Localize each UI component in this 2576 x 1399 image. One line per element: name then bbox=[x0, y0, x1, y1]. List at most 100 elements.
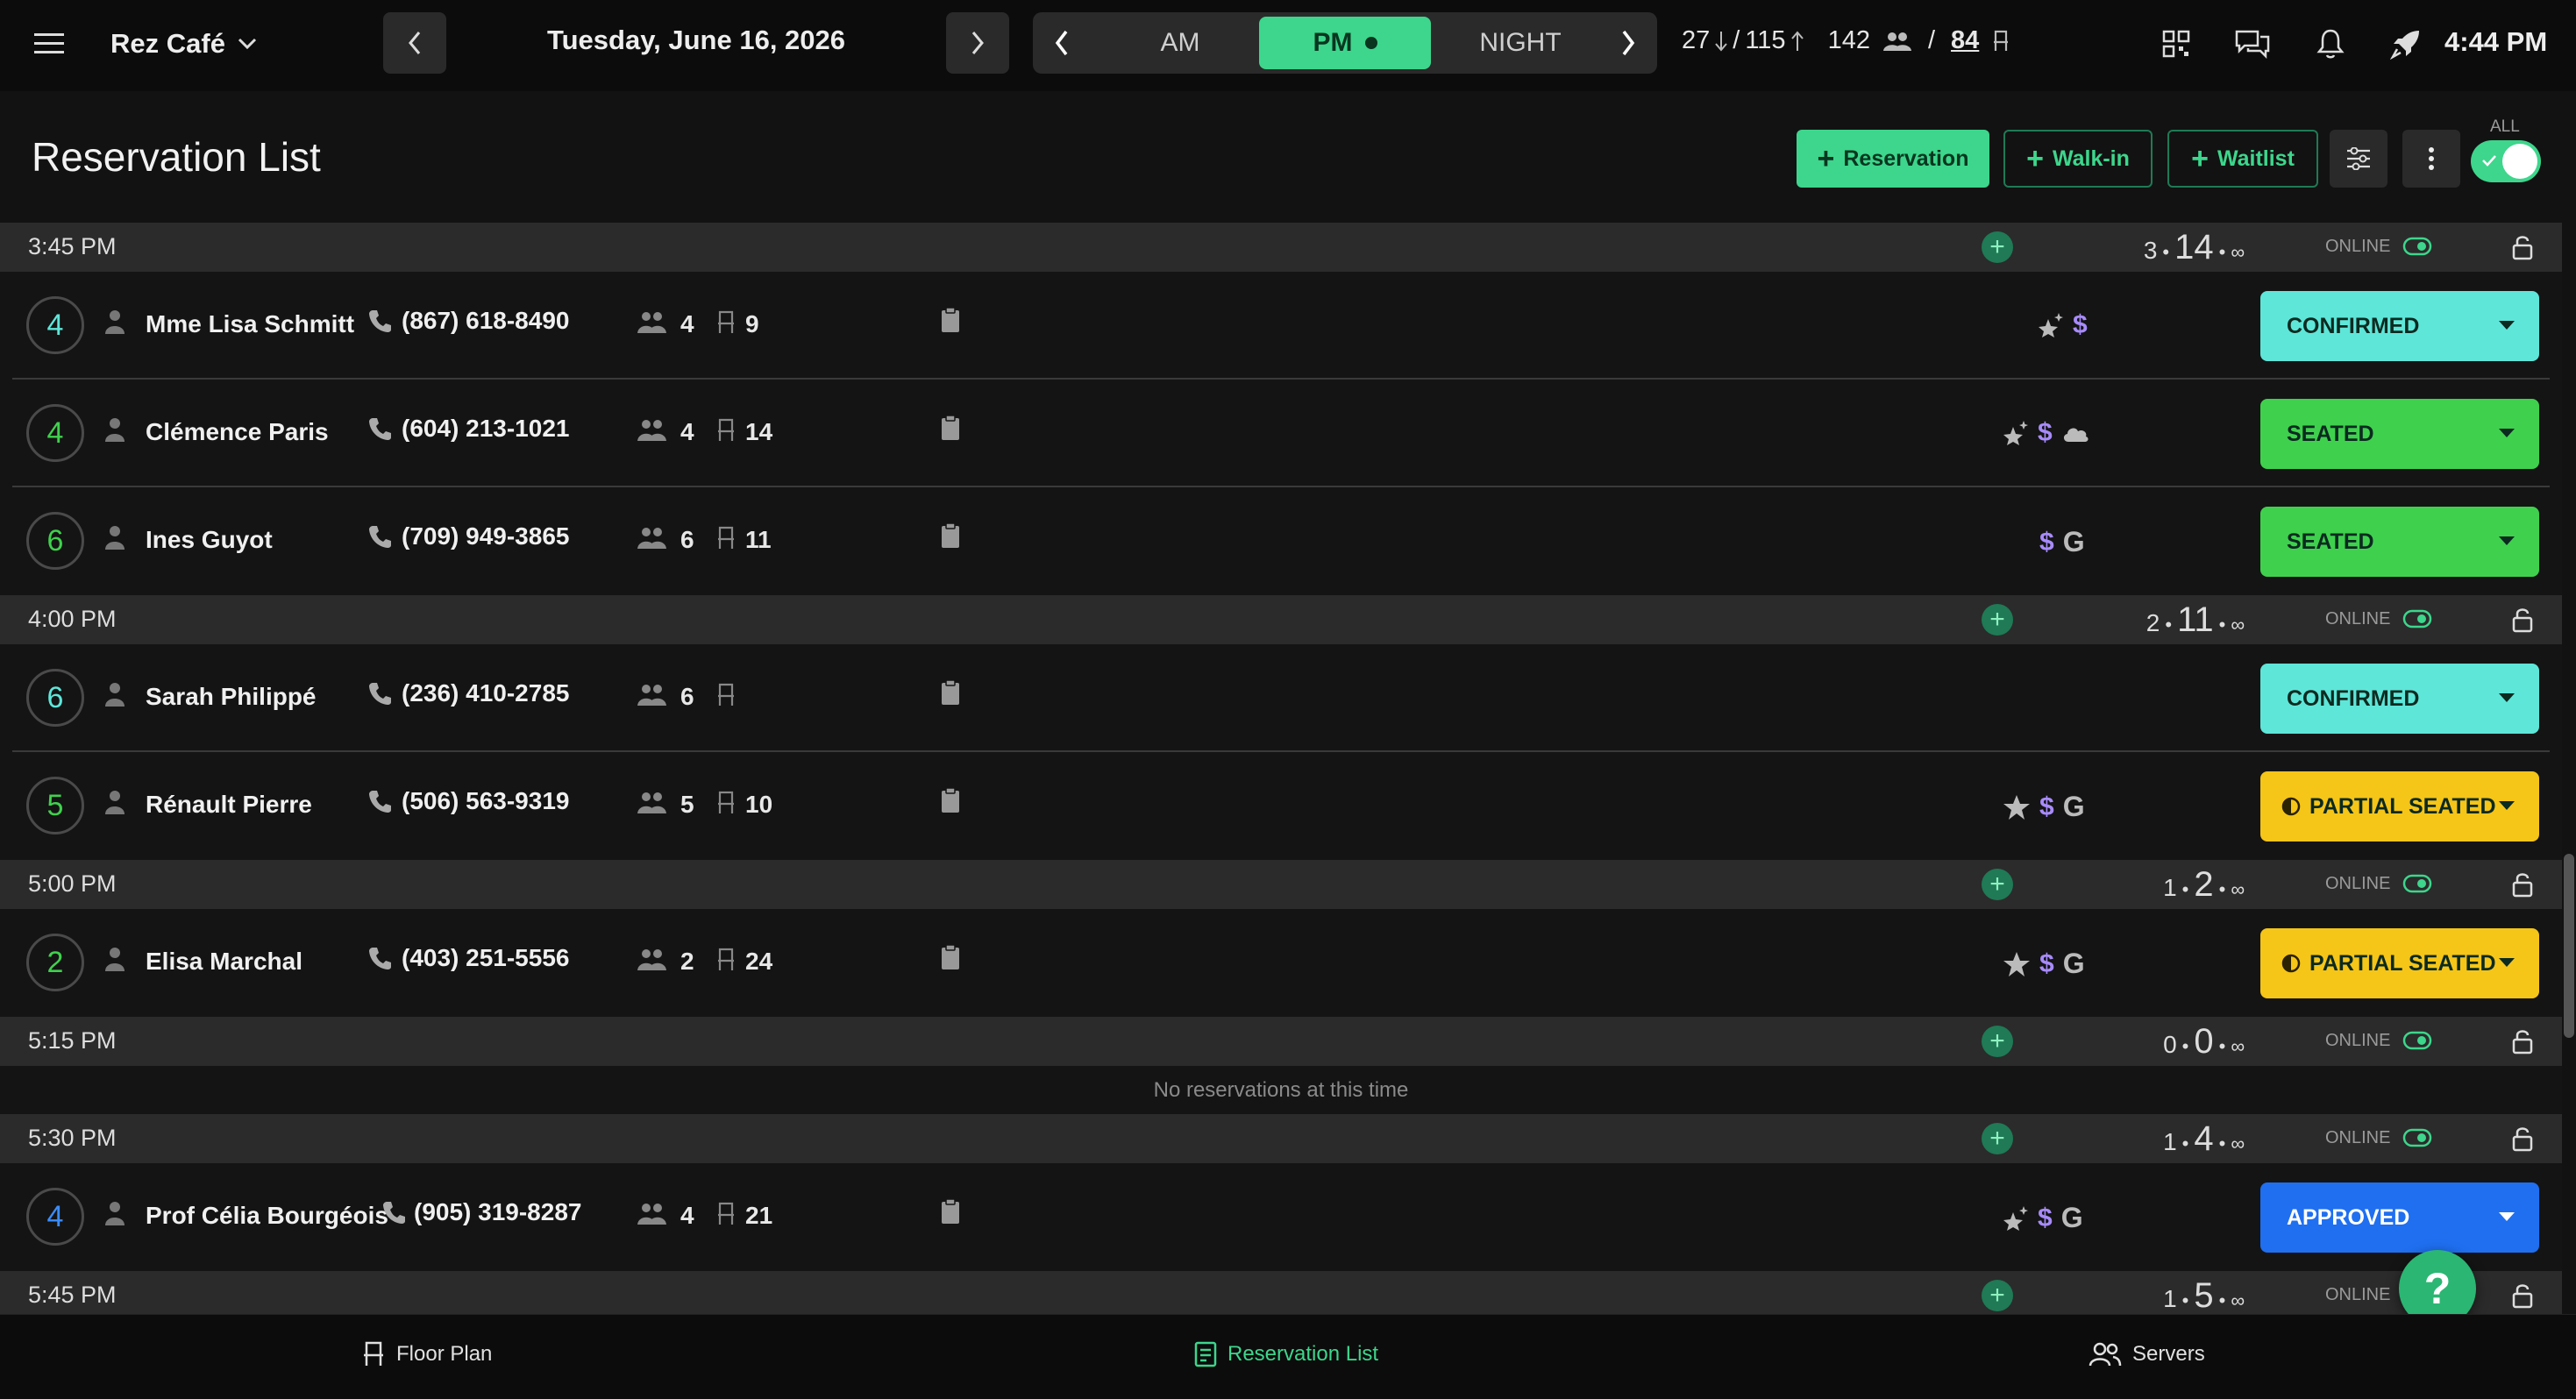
help-label: ? bbox=[2423, 1264, 2451, 1313]
status-dropdown[interactable]: APPROVED bbox=[2260, 1182, 2539, 1253]
table-number: 14 bbox=[745, 418, 773, 445]
lock-icon[interactable] bbox=[2511, 1027, 2534, 1055]
list-scrollbar[interactable] bbox=[2564, 854, 2574, 1038]
clipboard-icon[interactable] bbox=[940, 1198, 961, 1225]
venue-selector[interactable]: Rez Café bbox=[110, 28, 257, 60]
guests-icon bbox=[637, 948, 668, 972]
reservation-row[interactable]: 6 Sarah Philippé (236) 410-2785 6 CONFIR… bbox=[0, 644, 2562, 752]
reservation-row[interactable]: 2 Elisa Marchal (403) 251-5556 2 24 $ G … bbox=[0, 909, 2562, 1017]
clipboard-icon[interactable] bbox=[940, 522, 961, 549]
prev-day-button[interactable] bbox=[383, 12, 446, 74]
person-icon bbox=[103, 524, 126, 550]
online-toggle-icon[interactable] bbox=[2402, 236, 2432, 257]
more-options-button[interactable] bbox=[2402, 130, 2460, 188]
arrow-up-icon bbox=[1790, 30, 1804, 52]
slot-time: 5:45 PM bbox=[28, 1282, 117, 1308]
nav-reservation-list[interactable]: Reservation List bbox=[1194, 1341, 1378, 1367]
shift-am[interactable]: AM bbox=[1094, 17, 1266, 69]
reservation-row[interactable]: 4 Prof Célia Bourgéois (905) 319-8287 4 … bbox=[0, 1163, 2562, 1271]
lock-icon[interactable] bbox=[2511, 1282, 2534, 1310]
waitlist-button[interactable]: + Waitlist bbox=[2167, 130, 2318, 188]
guest-phone[interactable]: (709) 949-3865 bbox=[402, 522, 569, 550]
chat-icon[interactable] bbox=[2234, 26, 2271, 61]
reservation-row[interactable]: 4 Clémence Paris (604) 213-1021 4 14 $ S… bbox=[0, 380, 2562, 487]
phone-icon bbox=[368, 946, 393, 970]
filter-button[interactable] bbox=[2330, 130, 2387, 188]
prev-shift-button[interactable] bbox=[1040, 21, 1084, 65]
rocket-icon[interactable] bbox=[2388, 26, 2423, 61]
time-slot-header: 4:00 PM + 2 • 11 • ∞ ONLINE bbox=[0, 595, 2562, 644]
slot-time: 4:00 PM bbox=[28, 606, 117, 632]
menu-icon[interactable] bbox=[32, 26, 67, 61]
add-to-slot-button[interactable]: + bbox=[1982, 1280, 2013, 1311]
status-dropdown[interactable]: CONFIRMED bbox=[2260, 291, 2539, 361]
all-toggle[interactable] bbox=[2471, 140, 2541, 182]
add-reservation-button[interactable]: + Reservation bbox=[1797, 130, 1989, 188]
add-to-slot-button[interactable]: + bbox=[1982, 1123, 2013, 1154]
plus-icon: + bbox=[2191, 142, 2209, 175]
clipboard-icon[interactable] bbox=[940, 787, 961, 813]
next-shift-button[interactable] bbox=[1606, 21, 1650, 65]
guest-phone[interactable]: (403) 251-5556 bbox=[402, 944, 569, 972]
add-to-slot-button[interactable]: + bbox=[1982, 1026, 2013, 1057]
status-dropdown[interactable]: SEATED bbox=[2260, 507, 2539, 577]
next-day-button[interactable] bbox=[946, 12, 1009, 74]
guest-tags: $ bbox=[2038, 310, 2088, 340]
clipboard-icon[interactable] bbox=[940, 307, 961, 333]
lock-icon[interactable] bbox=[2511, 606, 2534, 634]
online-toggle-icon[interactable] bbox=[2402, 873, 2432, 894]
lock-icon[interactable] bbox=[2511, 1125, 2534, 1153]
add-to-slot-button[interactable]: + bbox=[1982, 604, 2013, 636]
bell-icon[interactable] bbox=[2313, 26, 2348, 61]
lock-icon[interactable] bbox=[2511, 870, 2534, 898]
clipboard-icon[interactable] bbox=[940, 679, 961, 706]
party-size-badge: 6 bbox=[26, 669, 84, 727]
party-size-badge: 6 bbox=[26, 512, 84, 570]
status-dropdown[interactable]: SEATED bbox=[2260, 399, 2539, 469]
guest-name: Prof Célia Bourgéois bbox=[146, 1202, 388, 1229]
guest-phone[interactable]: (905) 319-8287 bbox=[414, 1198, 581, 1226]
qr-code-icon[interactable] bbox=[2159, 26, 2194, 61]
shift-pm[interactable]: PM bbox=[1259, 17, 1431, 69]
add-to-slot-button[interactable]: + bbox=[1982, 869, 2013, 900]
clipboard-icon[interactable] bbox=[940, 944, 961, 970]
reservation-row[interactable]: 6 Ines Guyot (709) 949-3865 6 11 $ G SEA… bbox=[0, 487, 2562, 595]
online-label: ONLINE bbox=[2325, 1031, 2391, 1050]
list-book-icon bbox=[1194, 1341, 1217, 1367]
time-slot-header: 5:00 PM + 1 • 2 • ∞ ONLINE bbox=[0, 860, 2562, 909]
reservation-row[interactable]: 4 Mme Lisa Schmitt (867) 618-8490 4 9 $ … bbox=[0, 272, 2562, 380]
guest-phone[interactable]: (604) 213-1021 bbox=[402, 415, 569, 443]
shift-night[interactable]: NIGHT bbox=[1434, 17, 1606, 69]
online-toggle-icon[interactable] bbox=[2402, 608, 2432, 629]
status-label: CONFIRMED bbox=[2287, 313, 2420, 338]
nav-floor-plan[interactable]: Floor Plan bbox=[361, 1341, 492, 1367]
guests-icon bbox=[637, 1202, 668, 1226]
nav-servers[interactable]: Servers bbox=[2089, 1341, 2205, 1367]
slot-count-limit: ∞ bbox=[2231, 1289, 2245, 1311]
status-dropdown[interactable]: CONFIRMED bbox=[2260, 664, 2539, 734]
lock-icon[interactable] bbox=[2511, 233, 2534, 261]
guest-count: 5 bbox=[680, 791, 694, 818]
spender-icon: $ bbox=[2039, 527, 2054, 557]
phone-icon bbox=[368, 681, 393, 706]
reservation-row[interactable]: 5 Rénault Pierre (506) 563-9319 5 10 $ G… bbox=[0, 752, 2562, 860]
chair-icon bbox=[715, 526, 737, 550]
guest-phone[interactable]: (867) 618-8490 bbox=[402, 307, 569, 335]
status-dropdown[interactable]: PARTIAL SEATED bbox=[2260, 928, 2539, 998]
guest-tags: $ G bbox=[2039, 526, 2085, 558]
guest-phone[interactable]: (506) 563-9319 bbox=[402, 787, 569, 815]
status-dropdown[interactable]: PARTIAL SEATED bbox=[2260, 771, 2539, 842]
walk-in-button[interactable]: + Walk-in bbox=[2003, 130, 2153, 188]
star-icon bbox=[2003, 951, 2031, 977]
stat-separator: / bbox=[1733, 26, 1740, 54]
add-to-slot-button[interactable]: + bbox=[1982, 231, 2013, 263]
online-toggle-icon[interactable] bbox=[2402, 1030, 2432, 1051]
chair-icon bbox=[715, 683, 737, 707]
date-display[interactable]: Tuesday, June 16, 2026 bbox=[456, 25, 936, 56]
slot-count-res: 0 bbox=[2163, 1031, 2177, 1058]
chevron-left-icon bbox=[1055, 30, 1069, 56]
clipboard-icon[interactable] bbox=[940, 415, 961, 441]
online-toggle-icon[interactable] bbox=[2402, 1127, 2432, 1148]
stat-tables[interactable]: 84 bbox=[1951, 26, 1979, 55]
guest-phone[interactable]: (236) 410-2785 bbox=[402, 679, 569, 707]
